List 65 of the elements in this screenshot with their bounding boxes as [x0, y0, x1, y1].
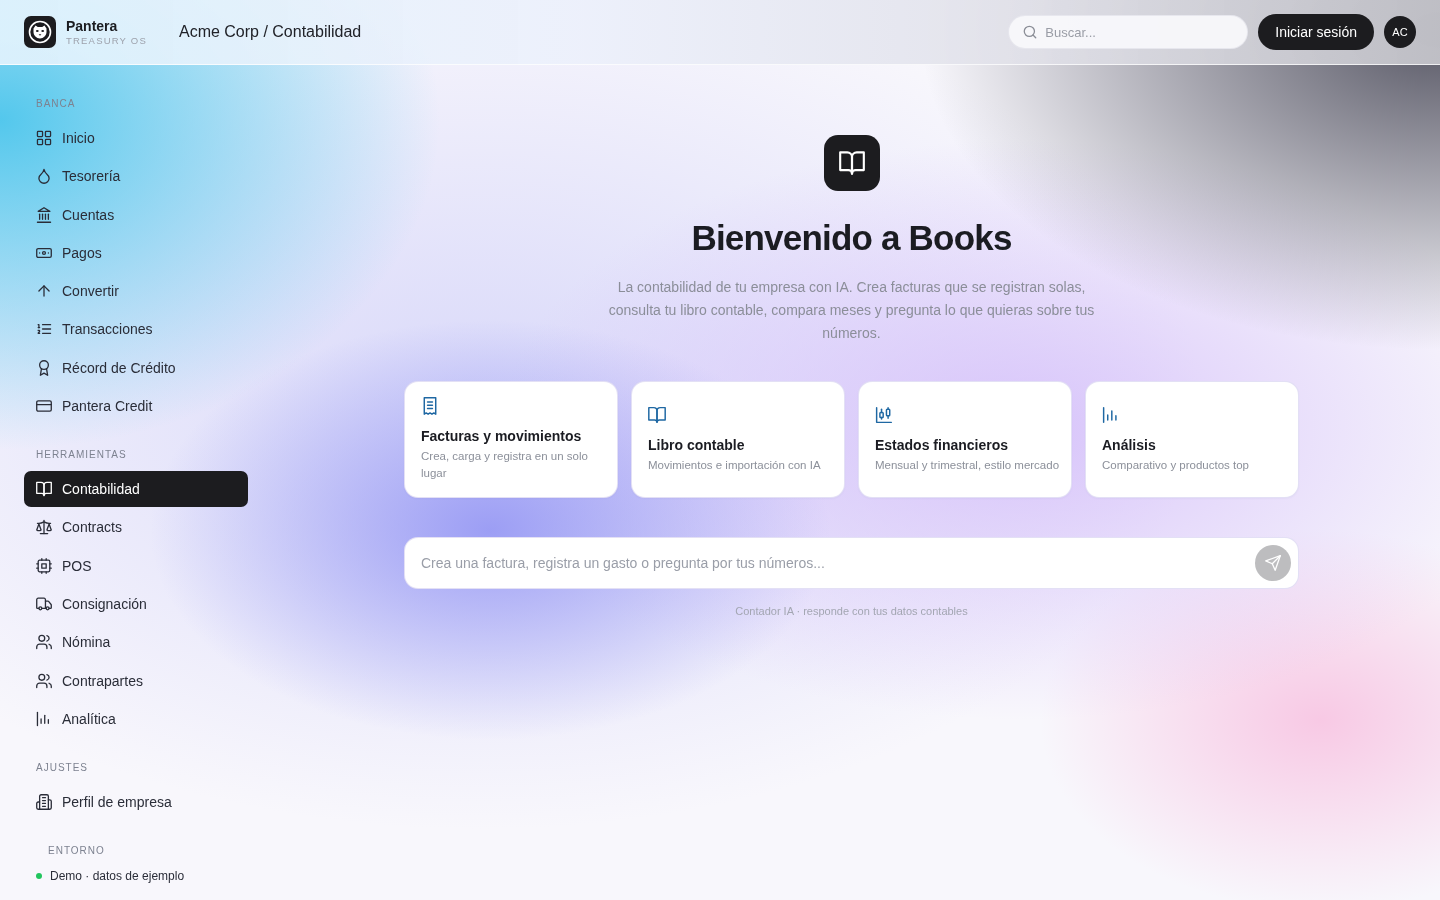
chat-input[interactable]: Crea una factura, registra un gasto o pregunta por tus números... — [404, 537, 1299, 589]
sidebar-item[interactable]: Contabilidad — [24, 471, 248, 508]
section-label: HERRAMIENTAS — [35, 449, 127, 462]
sidebar-item[interactable]: Tesorería — [24, 158, 248, 195]
sidebar-item[interactable]: Cuentas — [24, 196, 248, 233]
card-title: Análisis — [1102, 435, 1156, 454]
card-description: Movimientos e importación con IA — [648, 457, 821, 473]
users-icon — [36, 672, 52, 689]
receipt-icon — [421, 397, 439, 415]
sidebar-item[interactable]: Nómina — [24, 624, 248, 661]
droplet-icon — [36, 168, 52, 185]
brand-name: Pantera — [66, 17, 119, 35]
sidebar-item[interactable]: Inicio — [24, 120, 248, 156]
brand-tagline: TREASURY OS — [66, 34, 147, 47]
card-title: Estados financieros — [875, 435, 1009, 454]
feature-card[interactable]: Análisis Comparativo y productos top — [1085, 381, 1299, 498]
page-title: Bienvenido a Books — [691, 217, 1012, 259]
search-field[interactable]: Buscar... — [1008, 15, 1249, 49]
card-title: Facturas y movimientos — [421, 427, 582, 445]
section-label: ENTORNO — [47, 844, 105, 857]
assistant-note: Contador IA · responde con tus datos contables — [735, 604, 968, 619]
sidebar-item[interactable]: Perfil de empresa — [24, 783, 248, 820]
breadcrumb: Acme Corp / Contabilidad — [178, 23, 362, 41]
logo-icon — [24, 16, 56, 48]
feature-card[interactable]: Libro contable Movimientos e importación con IA — [631, 381, 845, 498]
feature-card[interactable]: Facturas y movimientos Crea, carga y registra en un solo lugar — [404, 381, 618, 498]
building-icon — [36, 793, 52, 810]
feature-card[interactable]: Estados financieros Mensual y trimestral, estilo mercado — [858, 381, 1072, 498]
environment-status: Demo · datos de ejemplo — [50, 867, 185, 884]
card-description: Comparativo y productos top — [1102, 457, 1250, 473]
chip-icon — [36, 557, 52, 574]
candlestick-chart-icon — [875, 405, 893, 424]
section-label: AJUSTES — [35, 761, 88, 774]
truck-icon — [36, 595, 52, 612]
bank-icon — [36, 206, 52, 223]
page-description: La contabilidad de tu empresa con IA. Crea facturas que se registran solas, consulta tu libro contable, compara meses y pregunta lo que quieras sobre tus números. — [607, 278, 1096, 343]
sidebar-item[interactable]: Analítica — [24, 700, 248, 737]
scale-icon — [36, 519, 52, 536]
card-title: Libro contable — [648, 435, 745, 454]
sidebar-item[interactable]: Récord de Crédito — [24, 349, 248, 386]
sidebar-item[interactable]: Pagos — [24, 234, 248, 271]
sidebar-item[interactable]: Consignación — [24, 585, 248, 622]
login-button[interactable]: Iniciar sesión — [1258, 14, 1374, 50]
section-label: BANCA — [35, 98, 76, 110]
send-icon — [1265, 555, 1281, 571]
sidebar-item[interactable]: Contracts — [24, 509, 248, 546]
sidebar-item[interactable]: Pantera Credit — [24, 388, 248, 425]
book-icon — [36, 481, 52, 498]
sidebar-item[interactable]: Convertir — [24, 273, 248, 310]
book-icon — [823, 135, 880, 191]
user-avatar[interactable]: AC — [1384, 16, 1416, 48]
sidebar-item[interactable]: Contrapartes — [24, 662, 248, 699]
sidebar-item[interactable]: Transacciones — [24, 311, 248, 348]
bar-chart-icon — [1102, 405, 1120, 424]
sidebar-item[interactable]: POS — [24, 547, 248, 584]
grid-icon — [36, 130, 52, 146]
search-icon — [1023, 25, 1038, 39]
status-dot-icon — [36, 872, 42, 879]
card-description: Mensual y trimestral, estilo mercado — [875, 457, 1060, 473]
users-icon — [36, 634, 52, 651]
credit-card-icon — [36, 398, 52, 415]
award-icon — [36, 359, 52, 376]
book-icon — [648, 405, 666, 424]
card-description: Crea, carga y registra en un solo lugar — [421, 449, 589, 481]
bar-chart-icon — [36, 710, 52, 727]
